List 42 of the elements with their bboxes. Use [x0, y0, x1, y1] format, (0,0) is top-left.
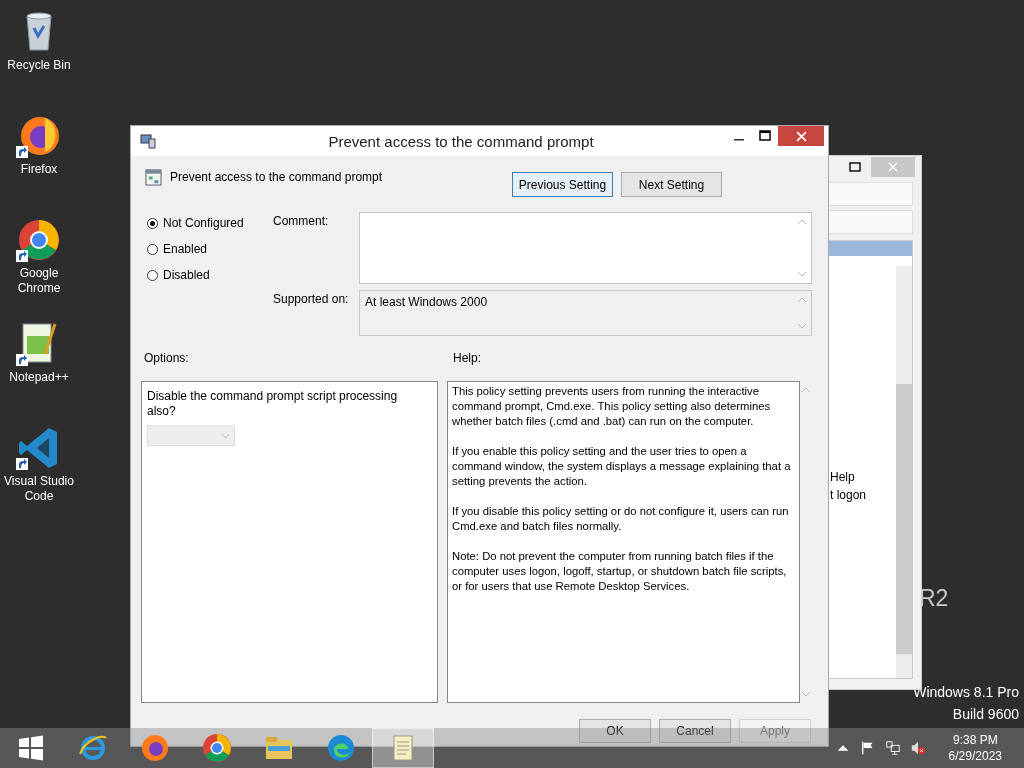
help-paragraph: Note: Do not prevent the computer from running batch files if the computer uses logon, logoff, startup, or shutdown batch file scripts, or for users that use Remote Desktop Services.	[452, 549, 788, 594]
radio-option[interactable]: Disabled	[147, 268, 273, 282]
icon-label: Notepad++	[9, 370, 69, 385]
supported-label: Supported on:	[273, 291, 350, 308]
policy-setting-icon	[145, 169, 162, 186]
app-icon	[139, 732, 171, 764]
list-text: t logon	[830, 488, 868, 502]
dialog-button[interactable]: Cancel	[659, 719, 731, 743]
option-text: Disable the command prompt script processing also?	[147, 389, 399, 419]
app-icon	[325, 732, 357, 764]
comment-label: Comment:	[273, 213, 330, 230]
scrollbar[interactable]	[896, 266, 912, 678]
app-icon	[201, 732, 233, 764]
icon-label: Visual Studio Code	[3, 474, 75, 504]
dialog-button[interactable]: OK	[579, 719, 651, 743]
icon-label: Recycle Bin	[7, 58, 71, 73]
maximize-icon[interactable]	[849, 161, 861, 173]
options-label: Options:	[143, 351, 190, 367]
radio-option[interactable]: Enabled	[147, 242, 273, 256]
clock-date[interactable]: 6/29/2023	[948, 748, 1002, 764]
speaker-icon[interactable]	[909, 740, 926, 756]
icon-label: Google Chrome	[16, 266, 62, 296]
computer-icon	[140, 133, 156, 149]
supported-field: At least Windows 2000	[359, 290, 812, 336]
chevron-down-icon	[221, 432, 230, 439]
help-label: Help:	[453, 351, 481, 367]
radio-option[interactable]: Not Configured	[147, 216, 273, 230]
list-text: Help	[830, 470, 856, 484]
help-paragraph: This policy setting prevents users from running the interactive command prompt, Cmd.exe. This policy setting also determines whether batch files (.cmd and .bat) can run on the computer.	[452, 384, 772, 429]
policy-name: Prevent access to the command prompt	[170, 170, 383, 184]
help-paragraph: If you enable this policy setting and the user tries to open a command window, the system displays a message explaining that a setting prevents the action.	[452, 444, 792, 489]
close-button[interactable]	[778, 126, 824, 146]
close-icon	[795, 130, 807, 142]
build-text: Build 9600	[952, 706, 1019, 722]
close-icon	[888, 162, 898, 172]
clock-time[interactable]: 9:38 PM	[952, 732, 998, 748]
window-title: Prevent access to the command prompt	[327, 132, 595, 150]
setting-nav-button[interactable]: Previous Setting	[512, 172, 613, 197]
setting-nav-button[interactable]: Next Setting	[621, 172, 722, 197]
help-paragraph: If you disable this policy setting or do not configure it, users can run Cmd.exe and batch files normally.	[452, 504, 790, 534]
network-icon[interactable]	[884, 740, 901, 756]
icon-label: Firefox	[20, 162, 58, 177]
